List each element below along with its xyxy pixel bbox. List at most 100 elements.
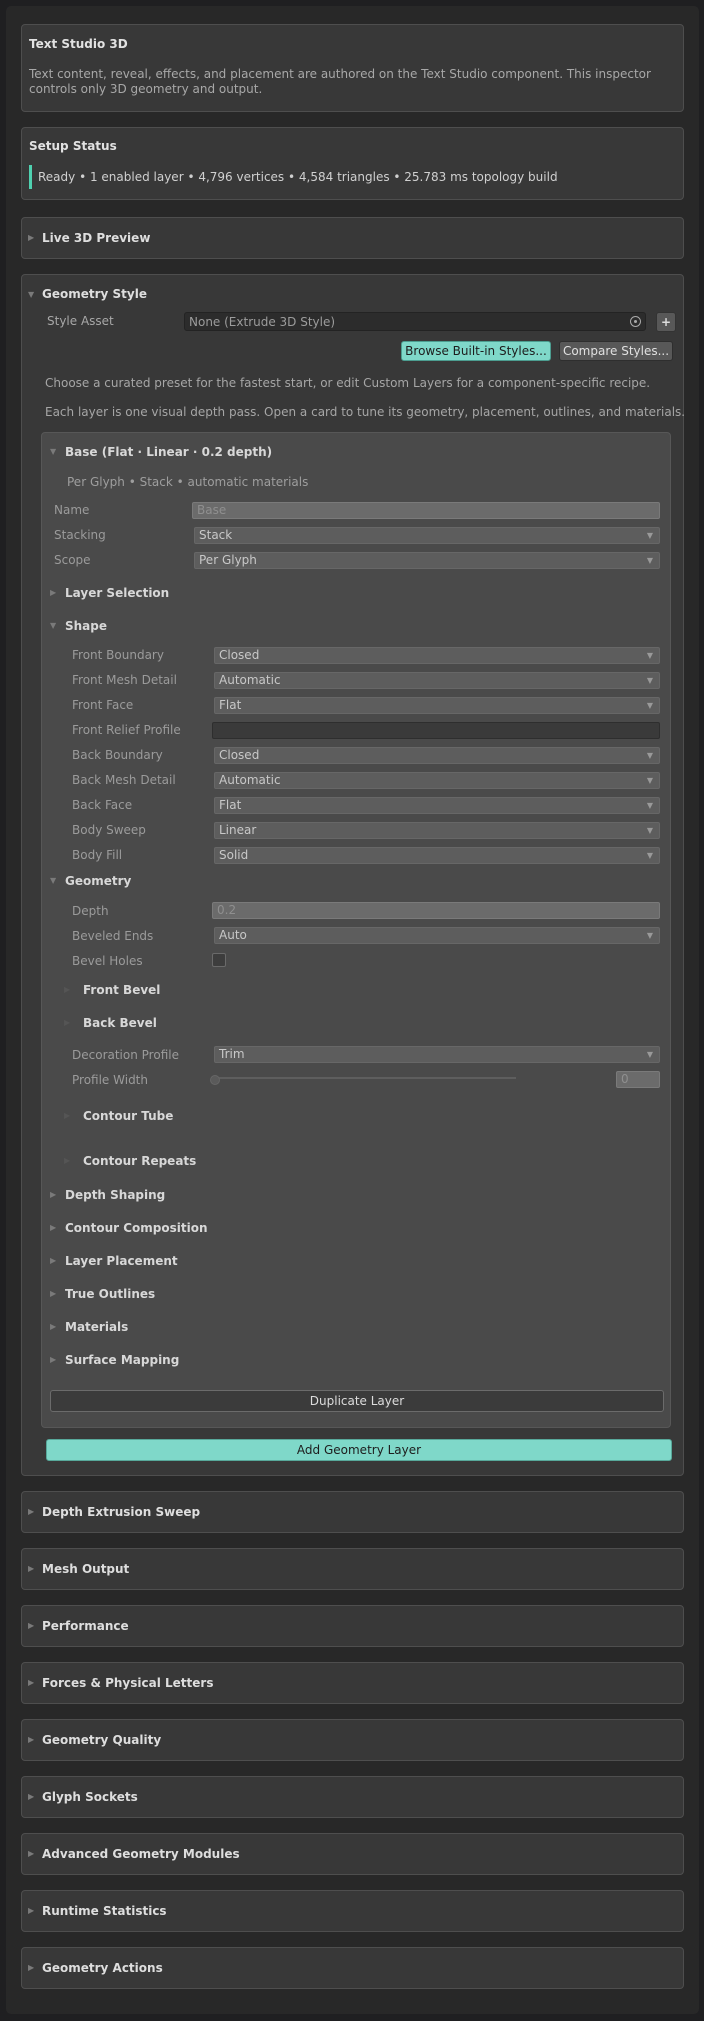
header-panel: Text Studio 3D Text content, reveal, eff… xyxy=(21,24,684,112)
inspector-description: Text content, reveal, effects, and place… xyxy=(29,67,651,96)
geometry-section[interactable]: Geometry xyxy=(65,874,131,888)
back-boundary-value: Closed xyxy=(219,748,260,762)
body-sweep-dropdown[interactable]: Linear ▼ xyxy=(214,822,660,839)
profile-width-label: Profile Width xyxy=(72,1073,148,1087)
back-mesh-detail-dropdown[interactable]: Automatic ▼ xyxy=(214,772,660,789)
decoration-profile-dropdown[interactable]: Trim ▼ xyxy=(214,1046,660,1063)
panel-title: Depth Extrusion Sweep xyxy=(42,1505,201,1519)
duplicate-layer-button[interactable]: Duplicate Layer xyxy=(50,1390,664,1412)
collapse-arrow-icon[interactable]: ▶ xyxy=(64,1111,70,1120)
collapse-arrow-icon[interactable]: ▶ xyxy=(50,588,56,597)
front-face-dropdown[interactable]: Flat ▼ xyxy=(214,697,660,714)
chevron-down-icon: ▼ xyxy=(646,676,653,685)
front-bevel-section[interactable]: Front Bevel xyxy=(83,983,160,997)
layer-placement-section[interactable]: Layer Placement xyxy=(65,1254,178,1268)
profile-width-slider-track[interactable] xyxy=(214,1077,516,1079)
back-mesh-detail-value: Automatic xyxy=(219,773,281,787)
layer-title[interactable]: Base (Flat · Linear · 0.2 depth) xyxy=(65,445,272,459)
contour-tube-section[interactable]: Contour Tube xyxy=(83,1109,173,1123)
front-boundary-dropdown[interactable]: Closed ▼ xyxy=(214,647,660,664)
body-fill-dropdown[interactable]: Solid ▼ xyxy=(214,847,660,864)
geometry-quality-panel[interactable]: ▶ Geometry Quality xyxy=(21,1719,684,1761)
collapse-arrow-icon[interactable]: ▶ xyxy=(50,1256,56,1265)
setup-status-title: Setup Status xyxy=(29,139,117,153)
live-preview-panel[interactable]: ▶ Live 3D Preview xyxy=(21,217,684,259)
collapse-arrow-icon: ▶ xyxy=(28,233,35,242)
add-style-button[interactable]: + xyxy=(656,312,676,332)
style-asset-field[interactable]: None (Extrude 3D Style) xyxy=(184,312,646,331)
geometry-actions-panel[interactable]: ▶ Geometry Actions xyxy=(21,1947,684,1989)
layer-name-field[interactable]: Base xyxy=(192,502,660,519)
scope-label: Scope xyxy=(54,553,91,567)
help-text-2: Each layer is one visual depth pass. Ope… xyxy=(45,405,686,419)
chevron-down-icon: ▼ xyxy=(646,931,653,940)
stacking-dropdown[interactable]: Stack ▼ xyxy=(194,527,660,544)
contour-repeats-section[interactable]: Contour Repeats xyxy=(83,1154,196,1168)
front-face-value: Flat xyxy=(219,698,242,712)
expand-arrow-icon[interactable]: ▼ xyxy=(50,447,56,456)
collapse-arrow-icon[interactable]: ▶ xyxy=(50,1322,56,1331)
geometry-style-title[interactable]: Geometry Style xyxy=(42,287,147,301)
depth-shaping-section[interactable]: Depth Shaping xyxy=(65,1188,165,1202)
bevel-holes-checkbox[interactable] xyxy=(212,953,226,967)
depth-extrusion-sweep-panel[interactable]: ▶ Depth Extrusion Sweep xyxy=(21,1491,684,1533)
help-text-1: Choose a curated preset for the fastest … xyxy=(45,376,651,390)
collapse-arrow-icon[interactable]: ▶ xyxy=(64,1156,70,1165)
body-fill-value: Solid xyxy=(219,848,249,862)
expand-arrow-icon[interactable]: ▼ xyxy=(50,621,56,630)
panel-title: Performance xyxy=(42,1619,129,1633)
status-text: Ready • 1 enabled layer • 4,796 vertices… xyxy=(38,170,558,184)
mesh-output-panel[interactable]: ▶ Mesh Output xyxy=(21,1548,684,1590)
body-sweep-value: Linear xyxy=(219,823,257,837)
contour-composition-section[interactable]: Contour Composition xyxy=(65,1221,208,1235)
chevron-down-icon: ▼ xyxy=(646,531,653,540)
add-geometry-layer-button[interactable]: Add Geometry Layer xyxy=(46,1439,672,1461)
performance-panel[interactable]: ▶ Performance xyxy=(21,1605,684,1647)
back-face-dropdown[interactable]: Flat ▼ xyxy=(214,797,660,814)
collapse-arrow-icon[interactable]: ▶ xyxy=(64,1018,70,1027)
name-label: Name xyxy=(54,503,90,517)
object-picker-icon[interactable] xyxy=(630,316,641,327)
back-bevel-section[interactable]: Back Bevel xyxy=(83,1016,157,1030)
glyph-sockets-panel[interactable]: ▶ Glyph Sockets xyxy=(21,1776,684,1818)
advanced-geometry-modules-panel[interactable]: ▶ Advanced Geometry Modules xyxy=(21,1833,684,1875)
browse-styles-button[interactable]: Browse Built-in Styles... xyxy=(401,341,551,361)
front-mesh-detail-dropdown[interactable]: Automatic ▼ xyxy=(214,672,660,689)
panel-title: Glyph Sockets xyxy=(42,1790,138,1804)
chevron-down-icon: ▼ xyxy=(646,751,653,760)
compare-styles-button[interactable]: Compare Styles... xyxy=(559,341,673,361)
collapse-arrow-icon[interactable]: ▶ xyxy=(64,985,70,994)
panel-title: Geometry Quality xyxy=(42,1733,162,1747)
back-face-label: Back Face xyxy=(72,798,133,812)
beveled-ends-dropdown[interactable]: Auto ▼ xyxy=(214,927,660,944)
scope-value: Per Glyph xyxy=(199,553,257,567)
shape-section[interactable]: Shape xyxy=(65,619,107,633)
runtime-statistics-panel[interactable]: ▶ Runtime Statistics xyxy=(21,1890,684,1932)
front-relief-curve-field[interactable] xyxy=(212,722,660,739)
beveled-ends-label: Beveled Ends xyxy=(72,929,154,943)
expand-arrow-icon[interactable]: ▼ xyxy=(50,876,56,885)
profile-width-slider-handle[interactable] xyxy=(210,1075,220,1085)
materials-section[interactable]: Materials xyxy=(65,1320,128,1334)
collapse-arrow-icon[interactable]: ▶ xyxy=(50,1190,56,1199)
true-outlines-section[interactable]: True Outlines xyxy=(65,1287,155,1301)
forces-physical-letters-panel[interactable]: ▶ Forces & Physical Letters xyxy=(21,1662,684,1704)
depth-field[interactable]: 0.2 xyxy=(212,902,660,919)
back-boundary-dropdown[interactable]: Closed ▼ xyxy=(214,747,660,764)
collapse-arrow-icon[interactable]: ▶ xyxy=(50,1223,56,1232)
front-boundary-value: Closed xyxy=(219,648,260,662)
collapse-arrow-icon[interactable]: ▶ xyxy=(50,1289,56,1298)
surface-mapping-section[interactable]: Surface Mapping xyxy=(65,1353,179,1367)
profile-width-field[interactable]: 0 xyxy=(616,1071,660,1088)
scope-dropdown[interactable]: Per Glyph ▼ xyxy=(194,552,660,569)
collapse-arrow-icon[interactable]: ▶ xyxy=(50,1355,56,1364)
layer-selection-section[interactable]: Layer Selection xyxy=(65,586,169,600)
depth-label: Depth xyxy=(72,904,109,918)
bevel-holes-label: Bevel Holes xyxy=(72,954,143,968)
chevron-down-icon: ▼ xyxy=(646,801,653,810)
inspector-title: Text Studio 3D xyxy=(29,37,128,51)
back-boundary-label: Back Boundary xyxy=(72,748,163,762)
chevron-down-icon: ▼ xyxy=(646,701,653,710)
expand-arrow-icon[interactable]: ▼ xyxy=(28,290,34,299)
setup-status-panel: Setup Status Ready • 1 enabled layer • 4… xyxy=(21,127,684,200)
